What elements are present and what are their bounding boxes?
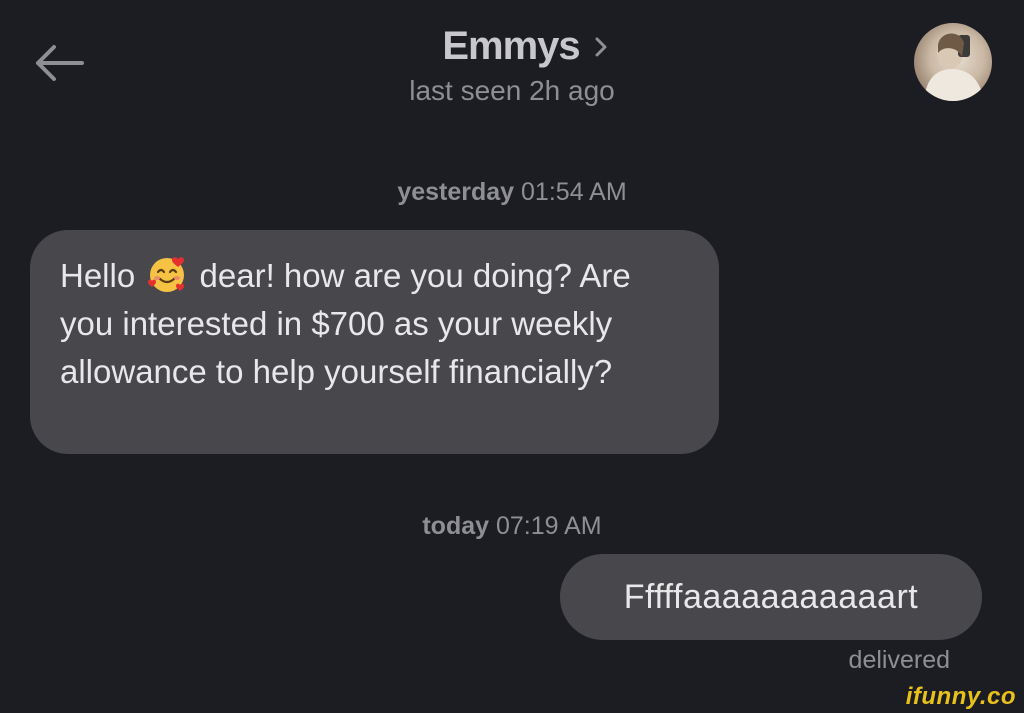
back-button[interactable]	[30, 40, 90, 86]
back-arrow-icon	[36, 45, 84, 81]
last-seen-status: last seen 2h ago	[409, 75, 615, 106]
smiling-face-with-hearts-icon	[148, 257, 185, 292]
chevron-right-icon	[595, 37, 607, 56]
timestamp-time: 01:54 AM	[521, 178, 627, 206]
contact-name: Emmys	[442, 24, 580, 68]
message-text: Fffffaaaaaaaaaaart	[623, 578, 919, 616]
avatar[interactable]	[914, 23, 992, 101]
message-text-part: dear! how are you doing?	[199, 257, 572, 294]
outgoing-message-bubble[interactable]: Fffffaaaaaaaaaaart	[560, 554, 982, 640]
contact-name-button[interactable]: Emmys	[416, 24, 607, 69]
timestamp-day: yesterday	[397, 178, 515, 206]
delivery-status: delivered	[848, 646, 950, 674]
timestamp-time: 07:19 AM	[496, 512, 602, 540]
message-text-part: Hello	[60, 257, 136, 294]
ifunny-watermark: ifunny.co	[905, 683, 1016, 710]
chat-screen: Emmys last seen 2h ago yesterday 01:54 A…	[0, 0, 1024, 713]
timestamp-day: today	[422, 512, 490, 540]
timestamp: today 07:19 AM	[0, 512, 1024, 541]
timestamp: yesterday 01:54 AM	[0, 178, 1024, 207]
profile-photo-icon	[924, 33, 984, 101]
incoming-message-bubble[interactable]: Hello dear! how are you doing? Are you i…	[30, 230, 719, 454]
chat-header: Emmys last seen 2h ago	[312, 24, 712, 107]
